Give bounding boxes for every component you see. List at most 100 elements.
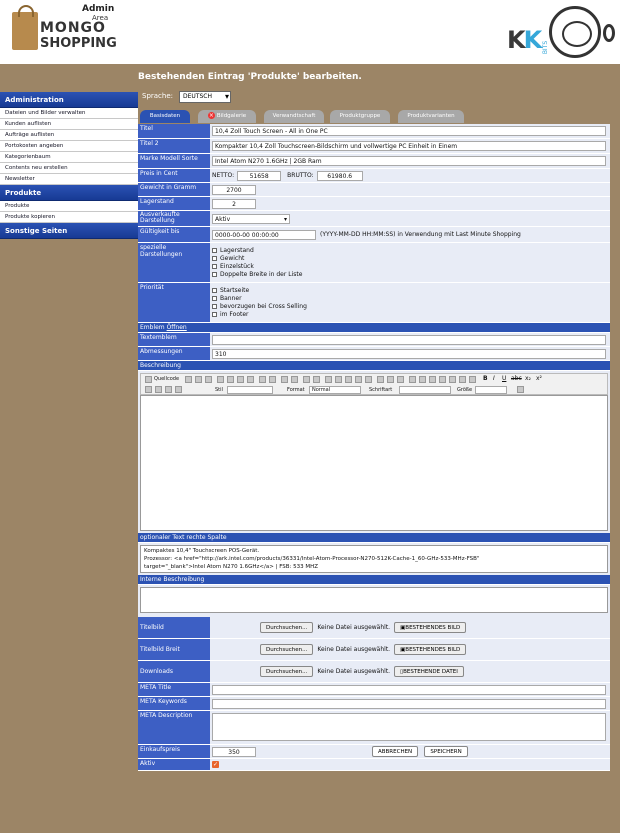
einkaufspreis-input[interactable]: 350 (212, 747, 256, 757)
sidebar-item-contents[interactable]: Contents neu erstellen (0, 163, 138, 174)
checkbox-banner[interactable]: Banner (212, 294, 608, 302)
pagebreak-icon[interactable] (469, 376, 476, 383)
brutto-input[interactable]: 61980.6 (316, 170, 363, 181)
auswahl-select[interactable]: Aktiv ▾ (212, 214, 290, 224)
source-button[interactable]: Quellcode (154, 376, 179, 382)
downloads-existing-button[interactable]: ▯BESTEHENDE DATEI (394, 666, 464, 677)
new-page-icon[interactable] (195, 376, 202, 383)
titelbild-breit-browse-button[interactable]: Durchsuchen... (260, 644, 314, 655)
table-icon[interactable] (429, 376, 436, 383)
find-icon[interactable] (281, 376, 288, 383)
gueltig-input[interactable]: 0000-00-00 00:00:00 (212, 229, 316, 240)
intern-textarea[interactable] (140, 587, 608, 613)
abmessungen-input[interactable]: 310 (212, 349, 606, 359)
checkbox-startseite[interactable]: Startseite (212, 286, 608, 294)
meta-keywords-input[interactable] (212, 699, 606, 709)
replace-icon[interactable] (291, 376, 298, 383)
cancel-button[interactable]: ABBRECHEN (372, 746, 419, 757)
flash-icon[interactable] (419, 376, 426, 383)
sidebar-item-produkte-kopieren[interactable]: Produkte kopieren (0, 212, 138, 223)
align-right-icon[interactable] (165, 386, 172, 393)
superscript-icon[interactable]: x² (536, 375, 542, 382)
style-select[interactable] (227, 386, 273, 394)
titel2-input[interactable]: Kompakter 10,4 Zoll Touchscreen-Bildschi… (212, 141, 606, 151)
source-icon[interactable] (145, 376, 152, 383)
smiley-icon[interactable] (449, 376, 456, 383)
sidebar-item-portokosten[interactable]: Portokosten angeben (0, 141, 138, 152)
horizontal-line-icon[interactable] (439, 376, 446, 383)
sidebar-item-newsletter[interactable]: Newsletter (0, 174, 138, 185)
print-icon[interactable] (205, 376, 212, 383)
undo-icon[interactable] (259, 376, 266, 383)
numbered-list-icon[interactable] (325, 376, 332, 383)
tab-basisdaten[interactable]: Basisdaten (140, 110, 190, 123)
cut-icon[interactable] (217, 376, 224, 383)
image-icon[interactable] (409, 376, 416, 383)
align-left-icon[interactable] (145, 386, 152, 393)
checkbox-einzelstueck[interactable]: Einzelstück (212, 262, 608, 270)
sidebar-section-administration[interactable]: Administration (0, 92, 138, 108)
text-color-icon[interactable] (517, 386, 524, 393)
anchor-icon[interactable] (397, 376, 404, 383)
bold-icon[interactable]: B (483, 375, 488, 382)
gewicht-input[interactable]: 2700 (212, 185, 256, 195)
titelbild-browse-button[interactable]: Durchsuchen... (260, 622, 314, 633)
textemblem-input[interactable] (212, 335, 606, 345)
format-select[interactable]: Normal (309, 386, 361, 394)
redo-icon[interactable] (269, 376, 276, 383)
checkbox-lagerstand[interactable]: Lagerstand (212, 246, 608, 254)
meta-title-input[interactable] (212, 685, 606, 695)
underline-icon[interactable]: U (502, 375, 506, 382)
preview-icon[interactable] (185, 376, 192, 383)
subscript-icon[interactable]: x₂ (525, 375, 531, 382)
bullet-list-icon[interactable] (335, 376, 342, 383)
align-justify-icon[interactable] (175, 386, 182, 393)
titel-input[interactable]: 10,4 Zoll Touch Screen - All in One PC (212, 126, 606, 136)
paste-text-icon[interactable] (247, 376, 254, 383)
downloads-browse-button[interactable]: Durchsuchen... (260, 666, 314, 677)
tab-bildgalerie[interactable]: × Bildgalerie (198, 110, 256, 123)
optional-textarea[interactable]: Kompaktes 10,4" Touchscreen POS-Gerät. P… (140, 545, 608, 573)
aktiv-checkbox[interactable]: ✓ (212, 761, 219, 768)
emblem-open-link[interactable]: Öffnen (167, 324, 187, 331)
unlink-icon[interactable] (387, 376, 394, 383)
netto-input[interactable]: 51658 (237, 170, 282, 181)
select-all-icon[interactable] (303, 376, 310, 383)
sidebar-item-dateien[interactable]: Dateien und Bilder verwalten (0, 108, 138, 119)
indent-icon[interactable] (355, 376, 362, 383)
meta-description-textarea[interactable] (212, 713, 606, 741)
tab-produktvarianten[interactable]: Produktvarianten (398, 110, 464, 123)
sidebar-section-produkte[interactable]: Produkte (0, 185, 138, 201)
titelbild-existing-button[interactable]: ▣BESTEHENDES BILD (394, 622, 467, 633)
checkbox-footer[interactable]: im Footer (212, 310, 608, 318)
paste-icon[interactable] (237, 376, 244, 383)
checkbox-gewicht[interactable]: Gewicht (212, 254, 608, 262)
italic-icon[interactable]: I (493, 375, 495, 382)
sidebar-item-auftraege[interactable]: Aufträge auflisten (0, 130, 138, 141)
mongo-shopping-logo[interactable]: Admin Area MONGO SHOPPING (10, 4, 120, 56)
font-select[interactable] (399, 386, 451, 394)
sidebar-section-sonstige[interactable]: Sonstige Seiten (0, 223, 138, 239)
sidebar-item-kategorien[interactable]: Kategorienbaum (0, 152, 138, 163)
lagerstand-input[interactable]: 2 (212, 199, 256, 209)
checkbox-doppelte-breite[interactable]: Doppelte Breite in der Liste (212, 270, 608, 278)
sidebar-item-produkte[interactable]: Produkte (0, 201, 138, 212)
titelbild-breit-existing-button[interactable]: ▣BESTEHENDES BILD (394, 644, 467, 655)
blockquote-icon[interactable] (365, 376, 372, 383)
align-center-icon[interactable] (155, 386, 162, 393)
description-editor[interactable] (140, 395, 608, 531)
tab-produktgruppe[interactable]: Produktgruppe (330, 110, 390, 123)
tab-verwandtschaft[interactable]: Verwandtschaft (264, 110, 324, 123)
outdent-icon[interactable] (345, 376, 352, 383)
sidebar-item-kunden[interactable]: Kunden auflisten (0, 119, 138, 130)
size-select[interactable] (475, 386, 507, 394)
copy-icon[interactable] (227, 376, 234, 383)
link-icon[interactable] (377, 376, 384, 383)
strike-icon[interactable]: abc (511, 375, 522, 382)
checkbox-cross-selling[interactable]: bevorzugen bei Cross Selling (212, 302, 608, 310)
save-button[interactable]: SPEICHERN (424, 746, 468, 757)
special-char-icon[interactable] (459, 376, 466, 383)
marke-input[interactable]: Intel Atom N270 1.6GHz | 2GB Ram (212, 156, 606, 166)
remove-format-icon[interactable] (313, 376, 320, 383)
language-select[interactable]: DEUTSCH (179, 91, 231, 103)
